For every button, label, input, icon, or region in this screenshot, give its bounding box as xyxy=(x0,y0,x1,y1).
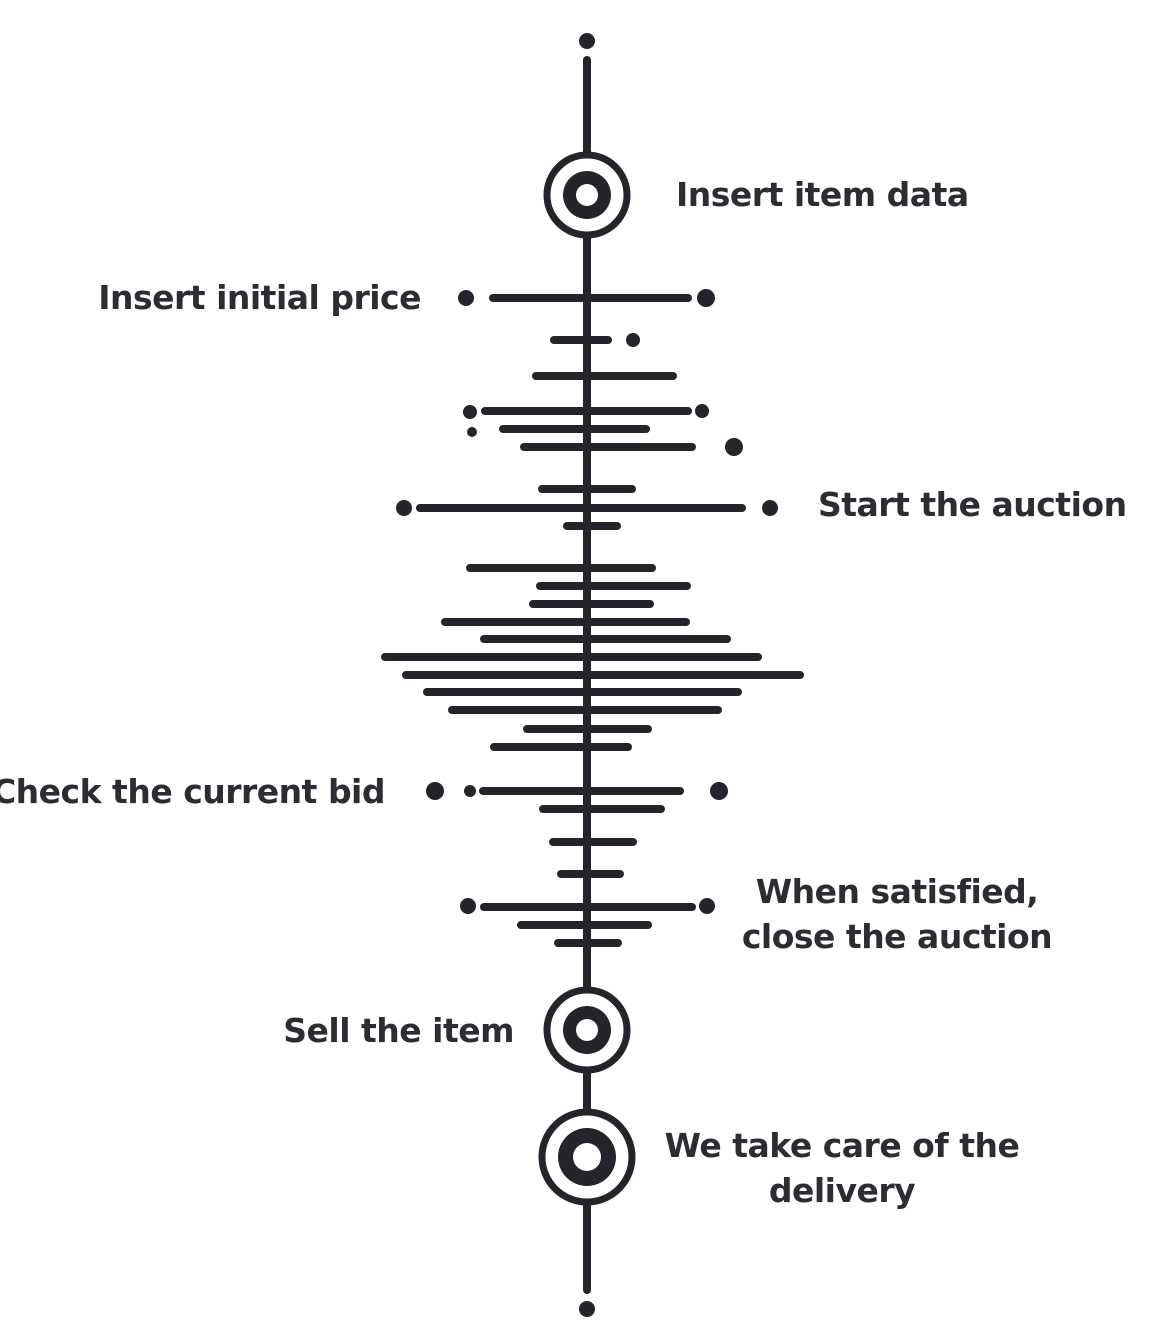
timeline-end-dot xyxy=(579,1301,595,1317)
waveform-dot xyxy=(710,782,728,800)
milestone-target-icon xyxy=(543,986,631,1074)
waveform-dot xyxy=(626,333,640,347)
waveform-dot xyxy=(699,898,715,914)
auction-process-diagram: Insert item data Insert initial price St… xyxy=(0,33,1127,1317)
step-label-delivery-line1: We take care of the xyxy=(665,1126,1020,1165)
waveform-dot xyxy=(695,404,709,418)
waveform-dot xyxy=(762,500,778,516)
milestone-target-icon xyxy=(543,151,631,239)
waveform-dot xyxy=(697,289,715,307)
step-label-close-the-auction-line1: When satisfied, xyxy=(756,872,1039,911)
step-label-check-the-current-bid: Check the current bid xyxy=(0,772,385,811)
waveform-dot xyxy=(467,427,477,437)
waveform-dot xyxy=(463,405,477,419)
waveform-dot xyxy=(725,438,743,456)
step-label-insert-item-data: Insert item data xyxy=(676,175,969,214)
waveform-bars xyxy=(381,294,804,947)
step-label-delivery-line2: delivery xyxy=(769,1171,915,1210)
waveform-dot xyxy=(464,785,476,797)
timeline-start-dot xyxy=(579,33,595,49)
waveform-dot xyxy=(396,500,412,516)
waveform-dot xyxy=(460,898,476,914)
milestone-target-icon xyxy=(538,1108,636,1206)
waveform-dot xyxy=(458,290,474,306)
step-label-close-the-auction-line2: close the auction xyxy=(742,917,1052,956)
step-label-insert-initial-price: Insert initial price xyxy=(98,278,421,317)
waveform-dot xyxy=(426,782,444,800)
step-label-start-the-auction: Start the auction xyxy=(818,485,1127,524)
step-label-sell-the-item: Sell the item xyxy=(283,1011,514,1050)
